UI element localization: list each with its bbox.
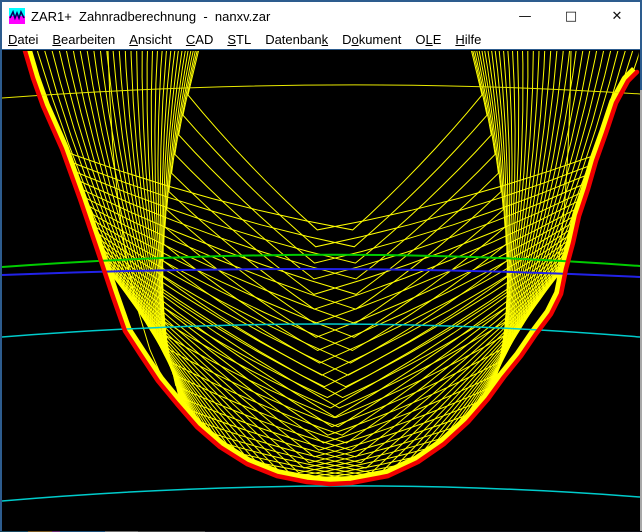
maximize-button[interactable]: □ — [548, 2, 594, 30]
menu-item-datenbank[interactable]: Datenbank — [258, 32, 335, 47]
menu-bar: Datei Bearbeiten Ansicht CAD STL Datenba… — [2, 30, 640, 50]
menu-item-ansicht[interactable]: Ansicht — [122, 32, 179, 47]
gear-profile-glyph — [9, 8, 25, 24]
window-title: ZAR1+ Zahnradberechnung - nanxv.zar — [31, 9, 502, 24]
menu-item-hilfe[interactable]: Hilfe — [448, 32, 488, 47]
close-icon: ✕ — [612, 9, 623, 24]
gear-drawing-area[interactable] — [2, 51, 640, 531]
minimize-button[interactable]: — — [502, 2, 548, 30]
menu-item-ole[interactable]: OLE — [408, 32, 448, 47]
menu-item-datei[interactable]: Datei — [2, 32, 45, 47]
menu-item-cad[interactable]: CAD — [179, 32, 220, 47]
menu-item-bearbeiten[interactable]: Bearbeiten — [45, 32, 122, 47]
window-controls: — □ ✕ — [502, 2, 640, 30]
maximize-icon: □ — [565, 9, 577, 24]
minimize-icon: — — [519, 9, 532, 24]
tip-circle-arc — [2, 85, 640, 98]
title-bar[interactable]: ZAR1+ Zahnradberechnung - nanxv.zar — □ … — [2, 2, 640, 30]
hobbing-simulation-view — [2, 51, 640, 531]
app-window: ZAR1+ Zahnradberechnung - nanxv.zar — □ … — [0, 0, 642, 532]
app-icon — [9, 8, 25, 24]
window-border-left — [0, 0, 2, 532]
window-border-top — [0, 0, 642, 2]
menu-item-stl[interactable]: STL — [220, 32, 258, 47]
close-button[interactable]: ✕ — [594, 2, 640, 30]
menu-item-dokument[interactable]: Dokument — [335, 32, 408, 47]
